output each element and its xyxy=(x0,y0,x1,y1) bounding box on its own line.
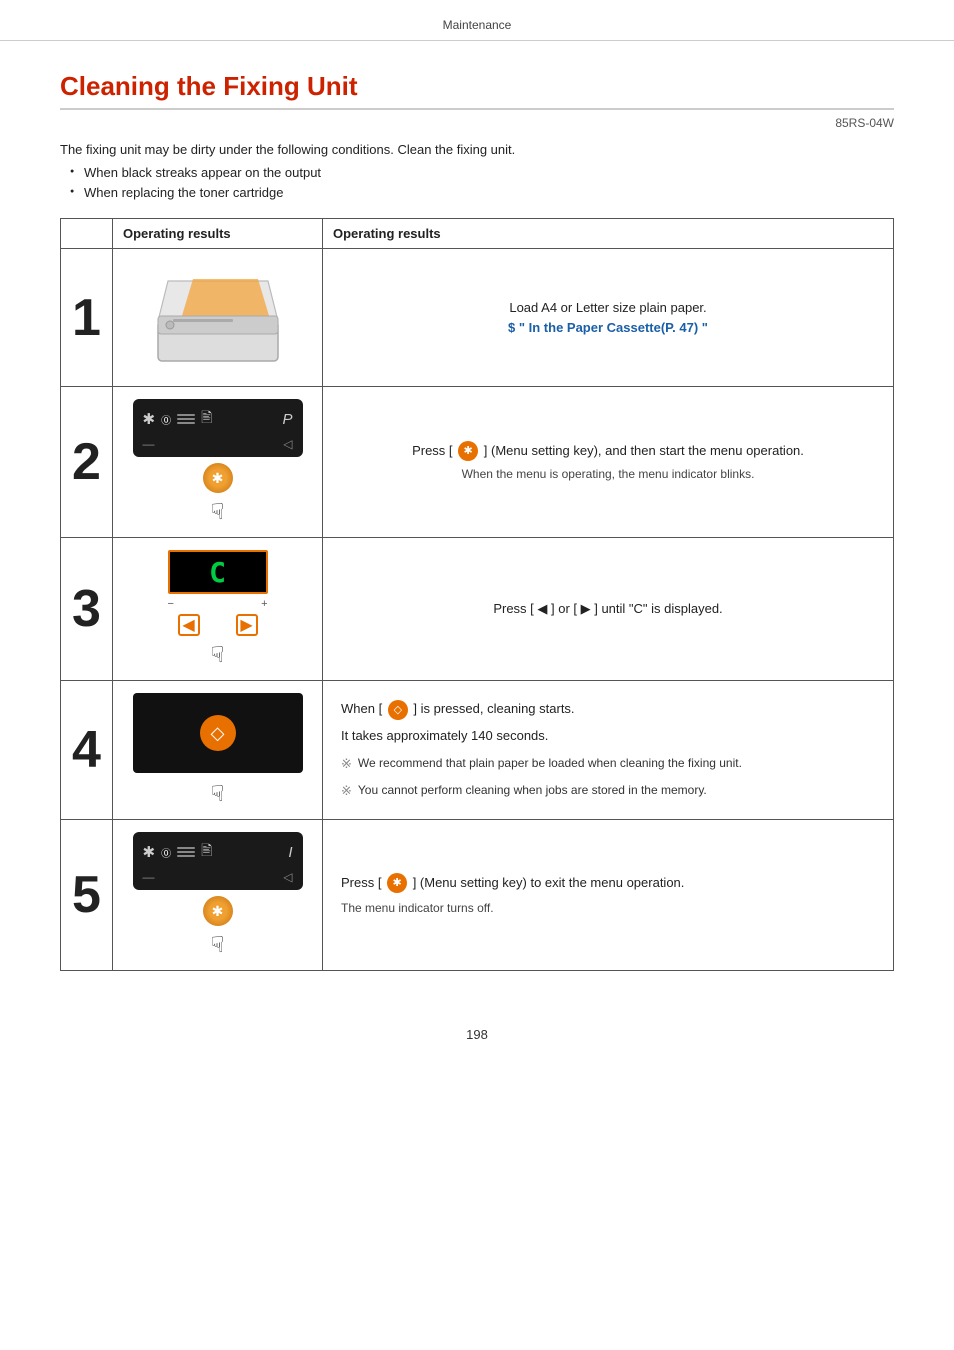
step1-line1: Load A4 or Letter size plain paper. xyxy=(509,300,706,315)
bullet-item: When black streaks appear on the output xyxy=(70,165,894,180)
step5-line2: The menu indicator turns off. xyxy=(341,899,875,917)
step-number-3: 3 xyxy=(61,538,113,681)
panel-letter-p: P xyxy=(282,411,292,428)
step-number-1: 1 xyxy=(61,249,113,387)
ok-icon-inline: ◇ xyxy=(388,700,408,720)
step-image-2: ✱ ⓪ 🖹 P xyxy=(113,387,323,538)
step-number-2: 2 xyxy=(61,387,113,538)
note-text-2: You cannot perform cleaning when jobs ar… xyxy=(358,781,707,799)
col-header-empty xyxy=(61,219,113,249)
dot-icon: ⓪ xyxy=(161,412,171,427)
panel-step2: ✱ ⓪ 🖹 P xyxy=(133,399,303,457)
steps-table: Operating results Operating results 1 xyxy=(60,218,894,971)
menu-icon-inline-5: ✱ xyxy=(387,873,407,893)
printer-illustration xyxy=(138,261,298,371)
note-text-1: We recommend that plain paper be loaded … xyxy=(358,754,742,772)
left-arrow-btn[interactable]: ◀ xyxy=(178,614,200,636)
step4-panel: ◇ xyxy=(133,693,303,773)
step-image-3: C − + ◀ ▶ ☟ xyxy=(113,538,323,681)
step-row-1: 1 xyxy=(61,249,894,387)
menu-icon-inline: ✱ xyxy=(458,441,478,461)
hand-icon-2: ☟ xyxy=(211,499,224,525)
step-image-1 xyxy=(113,249,323,387)
hand-icon-4: ☟ xyxy=(211,781,224,807)
note-row-1: ※ We recommend that plain paper be loade… xyxy=(341,754,875,774)
step-desc-2: Press [ ✱ ] (Menu setting key), and then… xyxy=(323,387,894,538)
dot-icon-5: ⓪ xyxy=(161,845,171,860)
step-desc-3: Press [ ◀ ] or [ ▶ ] until "C" is displa… xyxy=(323,538,894,681)
step-desc-5: Press [ ✱ ] (Menu setting key) to exit t… xyxy=(323,820,894,971)
step2-subtext: When the menu is operating, the menu ind… xyxy=(341,465,875,483)
right-arrow-btn[interactable]: ▶ xyxy=(236,614,258,636)
note-row-2: ※ You cannot perform cleaning when jobs … xyxy=(341,781,875,801)
hand-icon-3: ☟ xyxy=(211,642,224,668)
gear-icon-5: ✱ xyxy=(143,843,156,861)
lines-icon-5 xyxy=(177,847,195,857)
step-number-4: 4 xyxy=(61,681,113,820)
step-desc-4: When [ ◇ ] is pressed, cleaning starts. … xyxy=(323,681,894,820)
step-row-2: 2 ✱ ⓪ xyxy=(61,387,894,538)
page-title: Cleaning the Fixing Unit xyxy=(60,71,894,110)
page-footer: 198 xyxy=(0,1011,954,1058)
step-number-5: 5 xyxy=(61,820,113,971)
step-desc-1: Load A4 or Letter size plain paper. $ " … xyxy=(323,249,894,387)
panel-step5: ✱ ⓪ 🖹 I — xyxy=(133,832,303,890)
step-image-5: ✱ ⓪ 🖹 I — xyxy=(113,820,323,971)
step3-line1: Press [ ◀ ] or [ ▶ ] until "C" is displa… xyxy=(493,601,722,616)
nav-arrows-row: ◀ ▶ xyxy=(158,614,278,636)
step-row-5: 5 ✱ ⓪ xyxy=(61,820,894,971)
step3-c-letter: C xyxy=(209,556,226,589)
bullet-item: When replacing the toner cartridge xyxy=(70,185,894,200)
minus-label: − xyxy=(168,598,174,610)
gear-icon: ✱ xyxy=(143,410,156,428)
menu-button-step5[interactable]: ✱ xyxy=(203,896,233,926)
bullet-list: When black streaks appear on the output … xyxy=(60,165,894,200)
plus-label: + xyxy=(261,598,267,610)
panel-letter-5: I xyxy=(288,844,292,861)
header-label: Maintenance xyxy=(443,18,512,32)
step-row-4: 4 ◇ ☟ When [ ◇ ] is pressed, cleaning st… xyxy=(61,681,894,820)
ok-button-step4[interactable]: ◇ xyxy=(200,715,236,751)
note-sym-2: ※ xyxy=(341,781,352,801)
lines-icon xyxy=(177,414,195,424)
step-image-4: ◇ ☟ xyxy=(113,681,323,820)
intro-text: The fixing unit may be dirty under the f… xyxy=(60,142,894,157)
page-icon-5: 🖹 xyxy=(201,840,212,864)
step1-link[interactable]: $ " In the Paper Cassette(P. 47) " xyxy=(508,320,708,335)
step-row-3: 3 C − + ◀ xyxy=(61,538,894,681)
step3-display: C xyxy=(168,550,268,594)
page-header: Maintenance xyxy=(0,0,954,41)
col-header-img: Operating results xyxy=(113,219,323,249)
hand-icon-5: ☟ xyxy=(211,932,224,958)
page-icon: 🖹 xyxy=(201,407,212,431)
menu-button-step2[interactable]: ✱ xyxy=(203,463,233,493)
col-header-desc: Operating results xyxy=(323,219,894,249)
step4-line2: It takes approximately 140 seconds. xyxy=(341,726,875,746)
page-number: 198 xyxy=(466,1027,488,1042)
doc-id: 85RS-04W xyxy=(60,116,894,130)
note-sym-1: ※ xyxy=(341,754,352,774)
